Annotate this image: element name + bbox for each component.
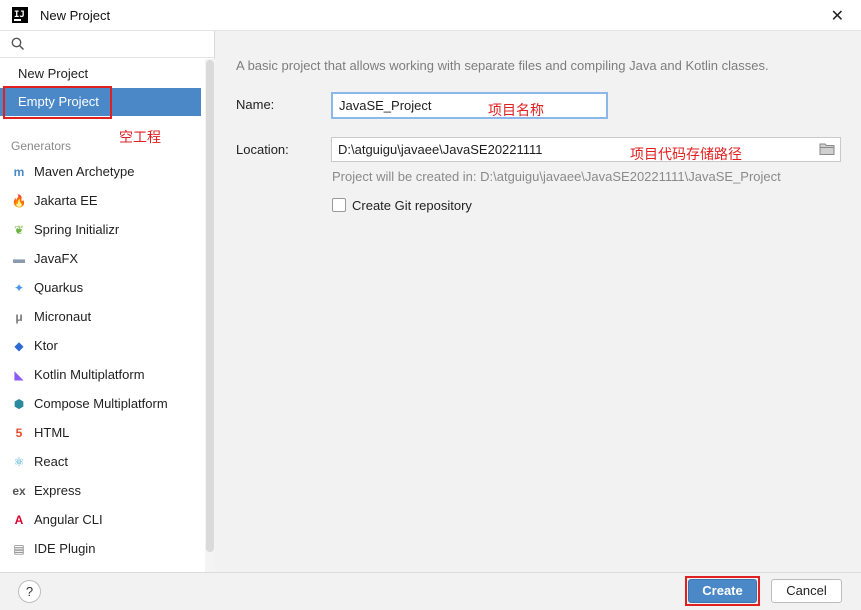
generator-label: HTML [34,425,70,440]
location-label: Location: [236,142,289,157]
project-location-input[interactable] [331,137,841,162]
kotlin-icon: ◣ [14,368,24,382]
close-icon[interactable]: ✕ [831,6,844,26]
generator-label: Express [34,483,81,498]
sidebar-item-label: Empty Project [18,94,99,109]
generator-item[interactable]: ❦ Spring Initializr [0,215,201,244]
sidebar-item-empty-project[interactable]: Empty Project [0,88,201,116]
plugin-icon: ▤ [13,542,25,556]
generator-item[interactable]: 🔥 Jakarta EE [0,186,201,215]
help-button[interactable]: ? [18,580,41,603]
maven-icon: m [13,165,25,179]
spring-icon: ❦ [13,223,25,237]
html5-icon: 5 [15,426,23,440]
ktor-icon: ◆ [14,339,24,353]
name-label: Name: [236,97,275,112]
sidebar-item-label: New Project [18,66,89,81]
cancel-button[interactable]: Cancel [771,579,842,603]
javafx-icon: ▬ [13,252,25,266]
scrollbar-thumb[interactable] [206,60,214,552]
generator-label: JavaFX [34,251,79,266]
generator-item[interactable]: ◆ Ktor [0,331,201,360]
search-icon [11,37,25,51]
jakarta-icon: 🔥 [11,194,27,208]
generator-item[interactable]: ✦ Quarkus [0,273,201,302]
generator-item[interactable]: ▬ JavaFX [0,244,201,273]
generator-item[interactable]: ⬢ Compose Multiplatform [0,389,201,418]
generator-label: Kotlin Multiplatform [34,367,145,382]
generator-label: Compose Multiplatform [34,396,168,411]
generator-label: Micronaut [34,309,92,324]
generator-label: Spring Initializr [34,222,120,237]
generator-label: Angular CLI [34,512,103,527]
dialog-footer: ? Create Cancel [0,572,861,610]
title-bar: IJ New Project ✕ [0,0,861,31]
generators-section-label: Generators [11,139,72,153]
sidebar-item-new-project[interactable]: New Project [0,60,201,88]
intellij-logo-icon: IJ [12,7,28,23]
create-git-repository-label[interactable]: Create Git repository [352,198,472,213]
generator-item[interactable]: A Angular CLI [0,505,201,534]
generator-item[interactable]: m Maven Archetype [0,157,201,186]
generator-label: Maven Archetype [34,164,135,179]
sidebar-search[interactable] [0,31,215,58]
generator-item[interactable]: ex Express [0,476,201,505]
create-button[interactable]: Create [688,579,757,603]
quarkus-icon: ✦ [13,281,25,295]
project-type-sidebar: New Project Empty Project 空工程 Generators… [0,31,215,572]
generator-label: IDE Plugin [34,541,96,556]
express-icon: ex [12,484,26,498]
micronaut-icon: μ [15,310,23,324]
annotation-code-path: 项目代码存储路径 [630,147,742,163]
angular-icon: A [14,513,24,527]
generator-label: Quarkus [34,280,84,295]
project-settings-panel: A basic project that allows working with… [216,31,861,572]
generator-item[interactable]: ◣ Kotlin Multiplatform [0,360,201,389]
project-path-hint: Project will be created in: D:\atguigu\j… [332,169,781,184]
generator-item[interactable]: μ Micronaut [0,302,201,331]
annotation-empty-project: 空工程 [119,130,161,146]
annotation-project-name: 项目名称 [488,103,544,119]
project-name-input[interactable] [331,92,608,119]
create-git-repository-checkbox[interactable] [332,198,346,212]
generator-label: React [34,454,68,469]
generator-item[interactable]: 5 HTML [0,418,201,447]
generator-item[interactable]: ⚛ React [0,447,201,476]
generator-label: Jakarta EE [34,193,98,208]
generator-item[interactable]: ▤ IDE Plugin [0,534,201,563]
react-icon: ⚛ [13,455,25,469]
project-description: A basic project that allows working with… [236,58,769,73]
generator-label: Ktor [34,338,58,353]
compose-icon: ⬢ [13,397,25,411]
window-title: New Project [40,8,111,23]
folder-browse-icon[interactable] [819,142,835,156]
